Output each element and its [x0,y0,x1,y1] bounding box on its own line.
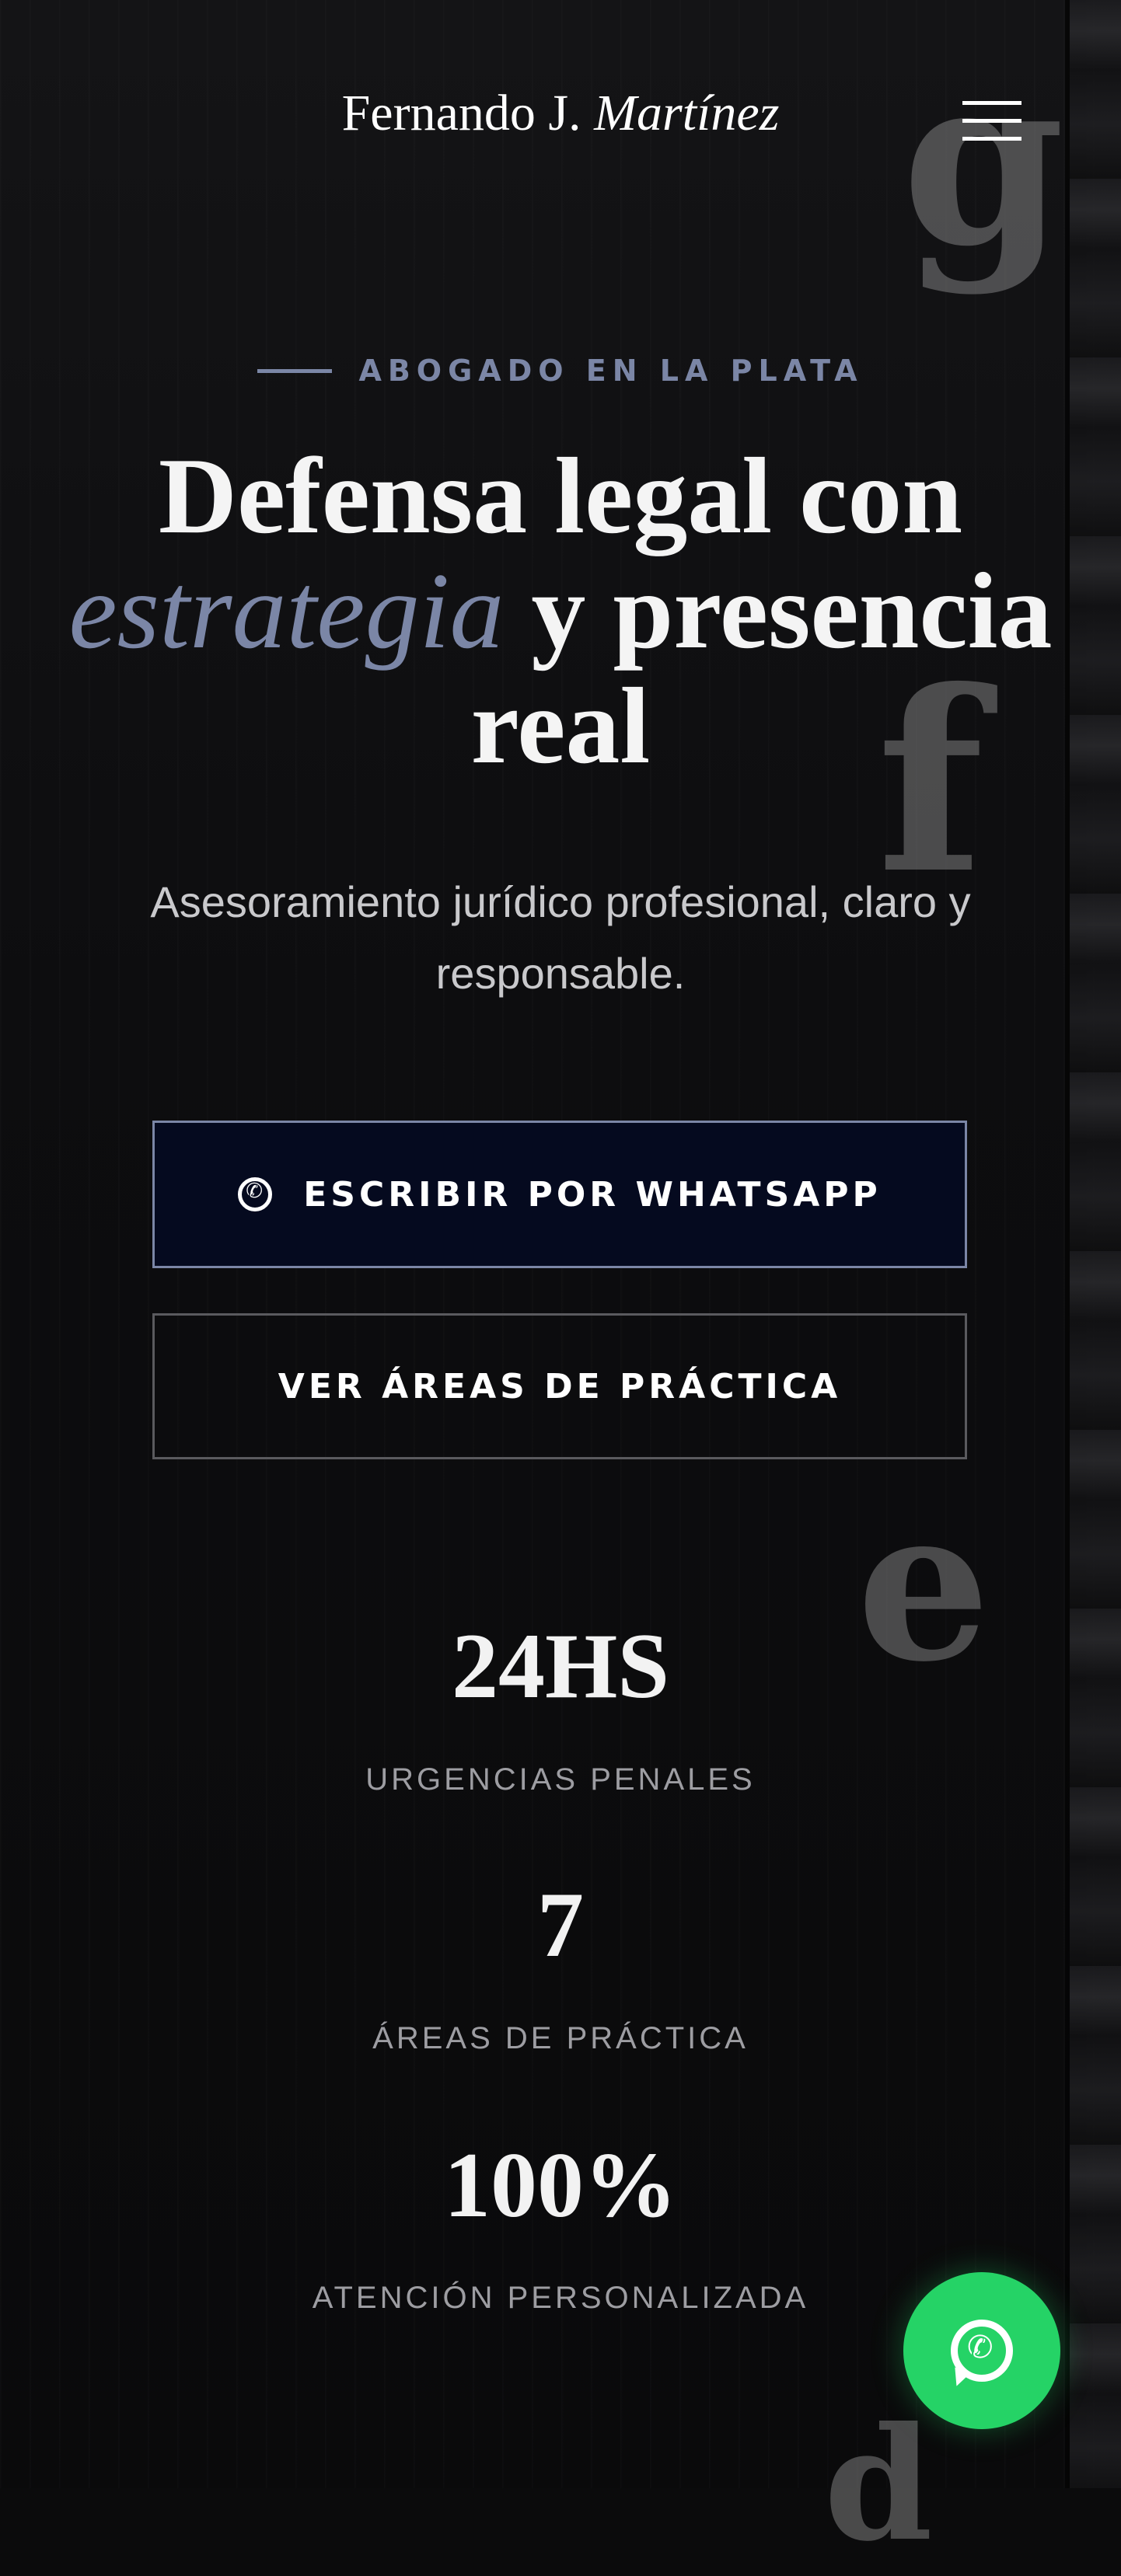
site-header: Fernando J. Martínez [0,0,1121,233]
hero-title-accent: estrategia [68,551,505,671]
whatsapp-icon [238,1177,273,1211]
hero-eyebrow: ABOGADO EN LA PLATA [0,354,1121,388]
whatsapp-button[interactable]: ESCRIBIR POR WHATSAPP [152,1121,967,1268]
stat-label: ÁREAS DE PRÁCTICA [372,2021,749,2055]
hero-title: Defensa legal con estrategia y presencia… [47,439,1074,784]
decorative-letter: d [824,2393,933,2576]
practice-areas-button-label: VER ÁREAS DE PRÁCTICA [278,1366,842,1407]
eyebrow-text: ABOGADO EN LA PLATA [358,354,864,388]
brand-first-name: Fernando J. [341,85,581,141]
hamburger-menu-icon[interactable] [961,101,1023,141]
hero-title-rest: y presencia real [470,551,1053,786]
whatsapp-floating-button[interactable] [903,2272,1060,2429]
hero-title-line1: Defensa legal con [158,436,963,556]
stat-label: URGENCIAS PENALES [365,1762,756,1797]
brand-last-name: Martínez [594,85,780,141]
stat-value: 100% [444,2133,677,2236]
brand-logo[interactable]: Fernando J. Martínez [0,84,1121,143]
whatsapp-icon [951,2320,1013,2382]
hero-subtitle: Asesoramiento jurídico profesional, clar… [150,877,971,998]
whatsapp-button-label: ESCRIBIR POR WHATSAPP [303,1174,882,1215]
stat-value: 7 [537,1873,584,1976]
eyebrow-divider [257,368,333,373]
stat-value: 24HS [451,1614,670,1717]
practice-areas-button[interactable]: VER ÁREAS DE PRÁCTICA [152,1313,967,1459]
